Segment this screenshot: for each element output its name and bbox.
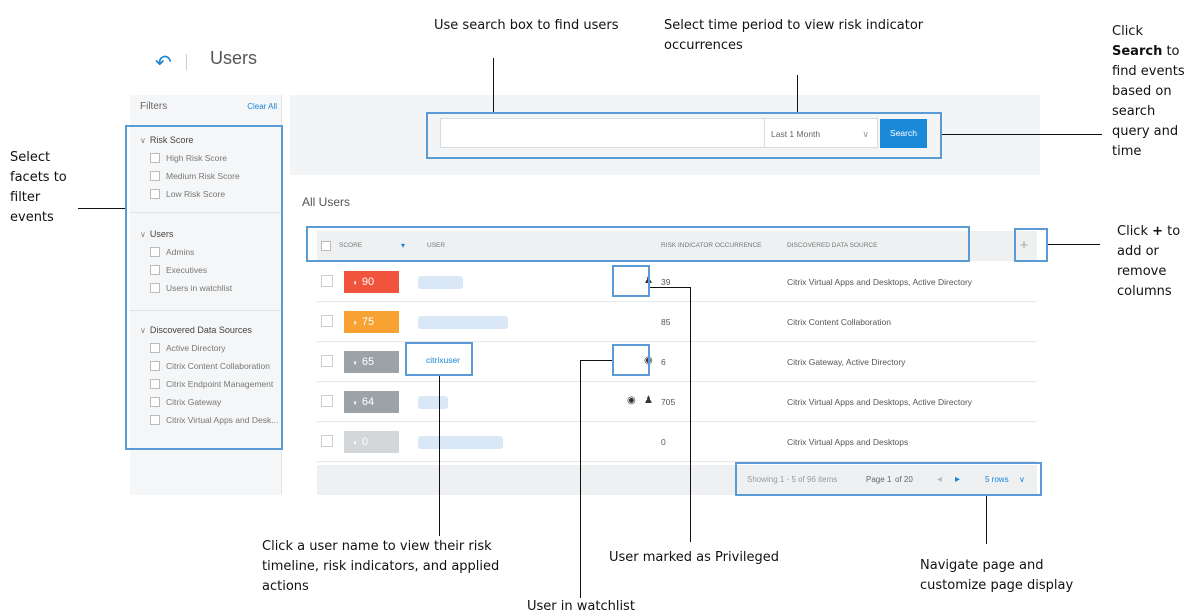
highlight-search [426, 112, 942, 159]
privileged-user-icon: ♟ [644, 395, 653, 406]
highlight-pager [735, 462, 1042, 496]
callout-privileged: User marked as Privileged [609, 550, 780, 565]
callout-plus: Click + to add or remove columns [1117, 224, 1181, 299]
highlight-privileged [612, 265, 650, 297]
data-source-cell: Citrix Gateway, Active Directory [787, 357, 906, 367]
occurrence-cell: 6 [661, 357, 666, 367]
user-link-redacted[interactable] [418, 396, 448, 409]
header-divider [186, 54, 187, 70]
risk-score-badge: ◑ 90 [344, 271, 399, 293]
risk-score-badge: ◑ 65 [344, 351, 399, 373]
table-row[interactable]: ◑ 75 85 Citrix Content Collaboration [317, 302, 1037, 342]
page-title: Users [210, 48, 258, 68]
gauge-icon: ◑ [352, 358, 357, 367]
row-checkbox[interactable] [321, 395, 333, 407]
highlight-user-name [405, 342, 473, 376]
gauge-icon: ◑ [352, 438, 357, 447]
callout-line [1048, 244, 1100, 245]
table-row[interactable]: ◑ 90 ♟ 39 Citrix Virtual Apps and Desktop… [317, 262, 1037, 302]
user-link-redacted[interactable] [418, 276, 463, 289]
row-checkbox[interactable] [321, 275, 333, 287]
data-source-cell: Citrix Virtual Apps and Desktops, Active… [787, 397, 973, 407]
user-link-redacted[interactable] [418, 316, 508, 329]
section-title: All Users [302, 195, 351, 209]
table-row[interactable]: ◑ 0 0 Citrix Virtual Apps and Desktops [317, 422, 1037, 462]
clear-all-link[interactable]: Clear All [247, 102, 277, 111]
callout-watchlist: User in watchlist [527, 599, 635, 613]
gauge-icon: ◑ [352, 398, 357, 407]
gauge-icon: ◑ [352, 278, 357, 287]
back-arrow-icon[interactable]: ↶ [155, 50, 172, 75]
callout-line [797, 75, 798, 112]
occurrence-cell: 0 [661, 437, 666, 447]
data-source-cell: Citrix Content Collaboration [787, 317, 891, 327]
callout-line [580, 360, 612, 361]
filters-title: Filters [140, 101, 168, 112]
callout-line [942, 134, 1102, 135]
occurrence-cell: 39 [661, 277, 671, 287]
callout-line [493, 58, 494, 112]
callout-line [439, 376, 440, 536]
data-source-cell: Citrix Virtual Apps and Desktops [787, 437, 909, 447]
highlight-filters [125, 125, 283, 450]
callout-search-button: Click Search to find events based on sea… [1112, 24, 1185, 159]
callout-line [650, 287, 690, 288]
callout-line [580, 360, 581, 598]
row-checkbox[interactable] [321, 315, 333, 327]
gauge-icon: ◑ [352, 318, 357, 327]
highlight-watchlist [612, 344, 650, 376]
callout-line [690, 287, 691, 542]
watchlist-eye-icon: ◉ [627, 395, 636, 406]
callout-facets: Select facets to filter events [10, 150, 67, 225]
callout-search-box: Use search box to find users [434, 18, 619, 33]
callout-navigate: Navigate page and customize page display [920, 558, 1074, 593]
data-source-cell: Citrix Virtual Apps and Desktops, Active… [787, 277, 973, 287]
callout-user-name: Click a user name to view their risk tim… [262, 539, 500, 594]
risk-score-badge: ◑ 75 [344, 311, 399, 333]
occurrence-cell: 85 [661, 317, 671, 327]
row-checkbox[interactable] [321, 355, 333, 367]
row-checkbox[interactable] [321, 435, 333, 447]
highlight-columns [306, 226, 970, 262]
risk-score-badge: ◑ 0 [344, 431, 399, 453]
occurrence-cell: 705 [661, 397, 676, 407]
highlight-plus [1014, 228, 1048, 262]
callout-time-period: Select time period to view risk indicato… [664, 18, 924, 53]
user-link-redacted[interactable] [418, 436, 503, 449]
risk-score-badge: ◑ 64 [344, 391, 399, 413]
callout-line [986, 496, 987, 544]
callout-line [78, 208, 125, 209]
table-row[interactable]: ◑ 64 ◉ ♟ 705 Citrix Virtual Apps and Desk… [317, 382, 1037, 422]
